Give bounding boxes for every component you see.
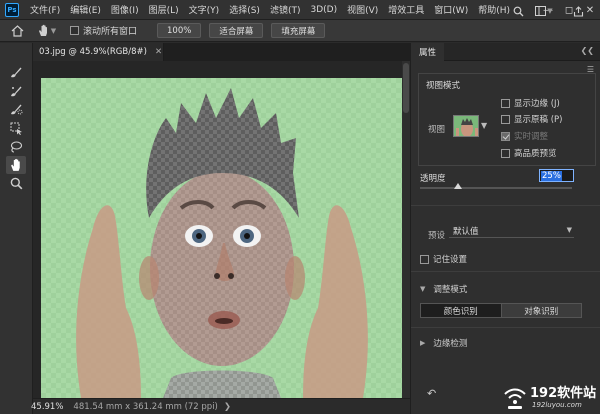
document-size: 481.54 mm x 361.24 mm (72 ppi) [73, 401, 218, 412]
menu-view[interactable]: 视图(V) [342, 3, 383, 16]
view-thumbnail[interactable] [453, 115, 479, 137]
home-icon[interactable] [8, 22, 26, 40]
opacity-slider-track[interactable] [420, 187, 572, 189]
tab-strip [164, 43, 410, 61]
tab-properties[interactable]: 属性 [411, 42, 445, 61]
panel-tabs: 属性 [411, 42, 600, 61]
realtime-checkbox [501, 131, 510, 141]
show-edges-checkbox[interactable] [501, 98, 510, 108]
menu-window[interactable]: 窗口(W) [429, 3, 473, 16]
color-recognition-button[interactable]: 颜色识别 [421, 304, 501, 317]
document-tab[interactable]: 03.jpg @ 45.9%(RGB/8#) ✕ [33, 43, 164, 61]
menu-plugins[interactable]: 增效工具 [383, 3, 429, 16]
remember-settings-checkbox[interactable] [420, 254, 429, 264]
edge-detection-section[interactable]: ▶ 边缘检测 [420, 337, 467, 349]
show-original-label: 显示原稿 (P) [514, 115, 563, 125]
photoshop-logo-icon[interactable]: Ps [5, 2, 19, 17]
scroll-all-windows-checkbox[interactable]: 滚动所有窗口 [70, 24, 137, 37]
lasso-tool-icon[interactable] [6, 138, 26, 156]
refine-edge-brush-icon[interactable] [6, 82, 26, 100]
show-original-checkbox[interactable] [501, 114, 510, 124]
chevron-down-icon[interactable]: ▼ [481, 121, 487, 130]
preset-value: 默认值 [453, 226, 479, 237]
chevron-right-icon: ▶ [420, 339, 426, 347]
opacity-slider-handle[interactable] [454, 183, 462, 189]
realtime-option: 实时调整 [501, 130, 548, 142]
menu-select[interactable]: 选择(S) [224, 3, 265, 16]
chevron-down-icon: ▼ [420, 285, 426, 293]
divider [411, 327, 600, 328]
preset-label: 预设 [428, 231, 446, 241]
menu-layer[interactable]: 图层(L) [144, 3, 184, 16]
share-icon[interactable] [570, 2, 586, 20]
menu-image[interactable]: 图像(I) [106, 3, 144, 16]
document-image[interactable] [41, 78, 403, 398]
reset-icon[interactable]: ↶ [427, 387, 436, 400]
collapse-panel-icon[interactable]: ❮❮ [581, 46, 594, 55]
view-label: 视图 [428, 125, 446, 135]
preset-select[interactable]: 默认值 ▼ [449, 224, 574, 238]
zoom-tool-icon[interactable] [6, 174, 26, 192]
chevron-down-icon: ▼ [547, 7, 553, 15]
menu-3d[interactable]: 3D(D) [305, 5, 342, 15]
hq-preview-label: 高品质预览 [514, 149, 557, 159]
object-recognition-button[interactable]: 对象识别 [500, 304, 581, 317]
watermark-url: 192luyou.com [532, 401, 582, 409]
adjust-mode-section[interactable]: ▼ 调整模式 [420, 283, 467, 295]
scroll-all-windows-label: 滚动所有窗口 [83, 27, 138, 37]
adjust-mode-title: 调整模式 [433, 285, 468, 295]
fit-screen-button[interactable]: 适合屏幕 [209, 23, 264, 38]
quick-selection-icon[interactable] [6, 100, 26, 118]
hq-preview-option[interactable]: 高品质预览 [501, 147, 557, 159]
fill-screen-button[interactable]: 填充屏幕 [271, 23, 326, 38]
remember-settings-option[interactable]: 记住设置 [420, 253, 467, 265]
opacity-input[interactable]: 25% [539, 169, 574, 182]
hand-tool-icon[interactable] [6, 156, 26, 174]
wifi-logo-icon [504, 388, 526, 409]
options-bar: ▼ 滚动所有窗口 100% 适合屏幕 填充屏幕 [0, 20, 600, 42]
hq-preview-checkbox[interactable] [501, 148, 510, 158]
show-edges-label: 显示边缘 (J) [514, 99, 560, 109]
chevron-right-icon[interactable]: ❯ [224, 402, 231, 412]
status-bar: 45.91% 481.54 mm x 361.24 mm (72 ppi) ❯ [31, 398, 410, 414]
brush-tool-icon[interactable] [6, 63, 26, 81]
menu-filter[interactable]: 滤镜(T) [265, 3, 306, 16]
show-original-option[interactable]: 显示原稿 (P) [501, 113, 562, 125]
zoom-100-button[interactable]: 100% [157, 23, 202, 38]
checkbox-box[interactable] [70, 26, 79, 35]
close-tab-icon[interactable]: ✕ [155, 47, 162, 57]
edge-detection-title: 边缘检测 [433, 339, 468, 349]
properties-panel: 属性 ❮❮ ☰ 视图模式 视图 ▼ 显示边缘 (J) 显示原稿 (P) 实时调整… [410, 42, 600, 414]
watermark: 192软件站 192luyou.com [498, 380, 600, 414]
view-mode-title: 视图模式 [426, 81, 461, 91]
menu-help[interactable]: 帮助(H) [473, 3, 515, 16]
tools-panel [0, 43, 33, 414]
menu-edit[interactable]: 编辑(E) [65, 3, 106, 16]
zoom-level[interactable]: 45.91% [31, 402, 63, 412]
realtime-label: 实时调整 [514, 132, 549, 142]
scrollbar-thumb[interactable] [403, 63, 409, 113]
opacity-value: 25% [541, 170, 562, 181]
vertical-scrollbar[interactable] [402, 61, 410, 398]
document-tab-title: 03.jpg @ 45.9%(RGB/8#) [39, 47, 147, 57]
opacity-label: 透明度 [420, 174, 446, 184]
object-selection-icon[interactable] [6, 119, 26, 137]
divider [411, 271, 600, 272]
watermark-title: 192软件站 [530, 386, 597, 401]
workspace-icon[interactable]: ▼ [532, 2, 556, 20]
remember-settings-label: 记住设置 [433, 255, 468, 265]
menu-type[interactable]: 文字(Y) [184, 3, 225, 16]
hand-tool-preset-icon[interactable]: ▼ [36, 22, 58, 40]
search-icon[interactable] [510, 2, 526, 20]
divider [411, 205, 600, 206]
chevron-down-icon: ▼ [50, 26, 57, 35]
menu-file[interactable]: 文件(F) [25, 3, 65, 16]
adjust-mode-toggle[interactable]: 颜色识别 对象识别 [420, 303, 582, 318]
show-edges-option[interactable]: 显示边缘 (J) [501, 97, 560, 109]
chevron-down-icon: ▼ [566, 226, 572, 234]
